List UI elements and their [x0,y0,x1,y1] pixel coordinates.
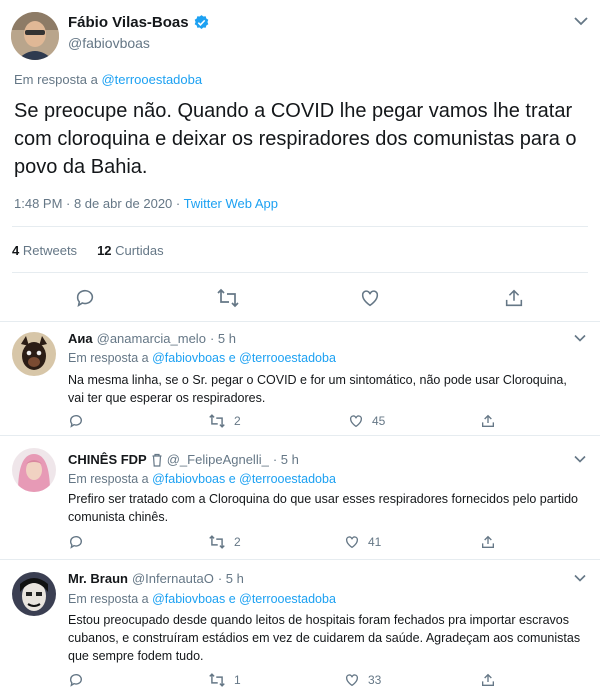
retweet-icon [209,673,225,687]
likes-stat[interactable]: 12 Curtidas [97,243,164,258]
retweets-label: Retweets [22,243,78,258]
reply-prefix: Em resposta a [68,472,149,486]
reply-context: Em resposta a @terrooestadoba [14,72,202,87]
like-count: 33 [368,673,382,687]
like-count: 41 [368,535,382,549]
divider [12,272,588,273]
retweet-count: 1 [234,673,241,687]
tweet-text: Se preocupe não. Quando a COVID lhe pega… [14,100,577,178]
reply-text: Na mesma linha, se o Sr. pegar o COVID e… [68,373,567,405]
reply-actions: 2 41 [68,534,498,552]
reply-to-link[interactable]: @terrooestadoba [101,72,202,87]
reply-avatar[interactable] [12,448,56,492]
author-avatar[interactable] [11,12,59,60]
chevron-down-icon[interactable] [574,574,586,582]
author-name[interactable]: Fábio Vilas-Boas [68,14,189,31]
reply-text: Estou preocupado desde quando leitos de … [68,613,581,663]
reply-to-links[interactable]: @fabiovboas e @terrooestadoba [152,592,336,606]
like-button[interactable]: 33 [344,672,381,688]
reply-to-links[interactable]: @fabiovboas e @terrooestadoba [152,351,336,365]
retweet-count: 2 [234,414,241,428]
retweet-button[interactable]: 2 [208,413,241,429]
reply-tweet: Mr. Braun @InfernautaO · 5 h Em resposta… [0,560,600,696]
like-icon [346,674,358,687]
like-icon [350,415,362,428]
retweet-button[interactable]: 2 [208,534,241,550]
likes-count: 12 [97,243,112,258]
reply-author-name[interactable]: Mr. Braun [68,571,128,586]
reply-context: Em resposta a @fabiovboas e @terrooestad… [68,472,336,486]
reply-to-links[interactable]: @fabiovboas e @terrooestadoba [152,472,336,486]
retweet-button[interactable]: 1 [208,672,241,688]
author-name-row[interactable]: Fábio Vilas-Boas [68,14,210,31]
chevron-down-icon[interactable] [574,16,588,26]
like-button[interactable]: 41 [344,534,381,550]
retweets-stat[interactable]: 4 Retweets [12,243,77,258]
chevron-down-icon[interactable] [574,334,586,342]
share-icon[interactable] [503,287,525,309]
reply-header: Mr. Braun @InfernautaO · 5 h [68,571,244,586]
reply-author-name[interactable]: Аиа [68,331,93,346]
reply-actions: 1 33 [68,672,498,690]
reply-time[interactable]: · 5 h [273,452,299,467]
share-icon[interactable] [480,534,496,550]
share-icon[interactable] [480,672,496,688]
reply-icon[interactable] [74,287,96,309]
likes-label: Curtidas [115,243,164,258]
chevron-down-icon[interactable] [574,455,586,463]
reply-text: Prefiro ser tratado com a Cloroquina do … [68,492,578,524]
reply-prefix: Em resposta a [68,592,149,606]
reply-context: Em resposta a @fabiovboas e @terrooestad… [68,351,336,365]
reply-icon[interactable] [68,413,84,429]
like-icon[interactable] [359,287,381,309]
reply-avatar[interactable] [12,332,56,376]
divider [12,226,588,227]
reply-icon[interactable] [68,534,84,550]
reply-author-handle[interactable]: @_FelipeAgnelli_ [167,452,269,467]
tweet-timestamp[interactable]: 1:48 PM · 8 de abr de 2020 · [14,196,184,211]
reply-icon[interactable] [68,672,84,688]
retweet-icon [209,414,225,428]
like-button[interactable]: 45 [348,413,385,429]
tweet-stats: 4 Retweets 12 Curtidas [12,243,164,258]
reply-context: Em resposta a @fabiovboas e @terrooestad… [68,592,336,606]
retweet-icon[interactable] [216,287,240,309]
trash-icon [151,453,163,467]
reply-header: CHINÊS FDP @_FelipeAgnelli_ · 5 h [68,452,299,467]
retweets-count: 4 [12,243,20,258]
tweet-meta: 1:48 PM · 8 de abr de 2020 · Twitter Web… [14,196,278,211]
reply-prefix: Em resposta a [14,72,98,87]
main-tweet: Fábio Vilas-Boas @fabiovboas Em resposta… [0,0,600,322]
like-icon [346,536,358,549]
reply-actions: 2 45 [68,413,498,431]
reply-author-handle[interactable]: @InfernautaO [132,571,214,586]
reply-author-name[interactable]: CHINÊS FDP [68,452,147,467]
author-handle[interactable]: @fabiovboas [68,35,150,51]
tweet-source[interactable]: Twitter Web App [184,196,278,211]
retweet-count: 2 [234,535,241,549]
reply-tweet: Аиа @anamarcia_melo · 5 h Em resposta a … [0,322,600,436]
tweet-actions [0,287,600,309]
reply-avatar[interactable] [12,572,56,616]
retweet-icon [209,535,225,549]
share-icon[interactable] [480,413,496,429]
reply-header: Аиа @anamarcia_melo · 5 h [68,331,236,346]
verified-icon [193,14,210,31]
reply-time[interactable]: · 5 h [218,571,244,586]
reply-time[interactable]: · 5 h [210,331,236,346]
like-count: 45 [372,414,386,428]
reply-prefix: Em resposta a [68,351,149,365]
reply-tweet: CHINÊS FDP @_FelipeAgnelli_ · 5 h Em res… [0,436,600,560]
reply-author-handle[interactable]: @anamarcia_melo [97,331,206,346]
